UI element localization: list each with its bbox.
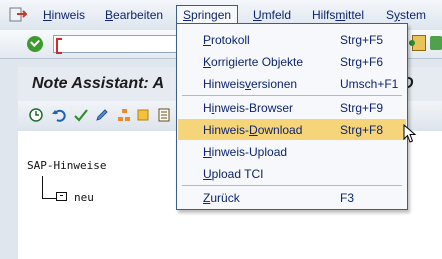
toolbar-tool-icon-2[interactable]	[430, 36, 442, 50]
undo-arrow-icon[interactable]	[52, 108, 66, 122]
edit-pencil-icon[interactable]	[95, 108, 109, 122]
menu-springen[interactable]: Springen	[176, 5, 239, 24]
menu-separator-2	[182, 185, 402, 186]
menu-item-zurueck-shortcut: F3	[340, 191, 355, 205]
menu-item-protokoll-label: Protokoll	[203, 33, 250, 47]
check-icon[interactable]	[74, 108, 88, 122]
ok-check-icon[interactable]	[27, 36, 43, 52]
execute-clock-icon[interactable]	[29, 108, 43, 122]
menu-item-hinweis-download-label: Hinweis-Download	[203, 123, 303, 137]
menu-system-label: System	[386, 8, 427, 22]
menu-item-upload-tci-label: Upload TCI	[203, 167, 264, 181]
menu-system[interactable]: System	[386, 8, 426, 22]
menu-item-hinweis-browser[interactable]: Hinweis-Browser Strg+F9	[178, 97, 406, 118]
tree-connector	[42, 176, 56, 199]
springen-dropdown-menu: Protokoll Strg+F5 Korrigierte Objekte St…	[176, 23, 408, 210]
exit-icon[interactable]	[9, 7, 27, 22]
scroll-note-icon[interactable]	[136, 108, 150, 122]
menu-umfeld-label: Umfeld	[253, 8, 292, 22]
toolbar-tool-icon[interactable]	[409, 35, 426, 51]
menu-hilfsmittel-label: Hilfsmittel	[312, 8, 365, 22]
menu-umfeld[interactable]: Umfeld	[253, 8, 291, 22]
menu-separator	[182, 95, 402, 96]
menu-item-hinweis-browser-label: Hinweis-Browser	[203, 101, 294, 115]
menu-item-protokoll[interactable]: Protokoll Strg+F5	[178, 29, 406, 50]
menu-item-zurueck-label: Zurück	[203, 191, 240, 205]
menu-item-hinweis-download-shortcut: Strg+F8	[340, 123, 384, 137]
menu-item-hinweis-upload[interactable]: Hinweis-Upload	[178, 141, 406, 162]
hierarchy-icon[interactable]	[117, 108, 131, 122]
menu-item-hinweis-browser-shortcut: Strg+F9	[340, 101, 384, 115]
menu-springen-label: Springen	[183, 8, 232, 22]
folder-icon[interactable]	[56, 192, 67, 201]
menu-item-hinweis-upload-label: Hinweis-Upload	[203, 145, 288, 159]
tree-node-neu[interactable]: neu	[74, 191, 94, 204]
menu-item-korrigierte-objekte-shortcut: Strg+F6	[340, 55, 384, 69]
menu-bearbeiten[interactable]: Bearbeiten	[105, 8, 163, 22]
tree-root-sap-hinweise[interactable]: SAP-Hinweise	[27, 159, 106, 172]
menu-item-hinweis-download[interactable]: Hinweis-Download Strg+F8	[178, 119, 406, 140]
menu-item-hinweisversionen[interactable]: Hinweisversionen Umsch+F1	[178, 73, 406, 94]
menu-item-upload-tci[interactable]: Upload TCI	[178, 163, 406, 184]
menu-item-protokoll-shortcut: Strg+F5	[340, 33, 384, 47]
menu-bearbeiten-label: Bearbeiten	[105, 8, 164, 22]
menu-item-hinweisversionen-label: Hinweisversionen	[203, 77, 298, 91]
page-title: Note Assistant: A	[32, 75, 165, 92]
mouse-cursor-icon	[403, 124, 417, 143]
menu-hilfsmittel[interactable]: Hilfsmittel	[312, 8, 364, 22]
menu-item-korrigierte-objekte[interactable]: Korrigierte Objekte Strg+F6	[178, 51, 406, 72]
menu-hinweis[interactable]: Hinweis	[43, 8, 85, 22]
menu-hinweis-label: Hinweis	[43, 8, 86, 22]
document-list-icon[interactable]	[157, 108, 171, 122]
menu-item-korrigierte-objekte-label: Korrigierte Objekte	[203, 55, 304, 69]
menu-item-zurueck[interactable]: Zurück F3	[178, 187, 406, 208]
command-field[interactable]	[53, 35, 183, 54]
menu-item-hinweisversionen-shortcut: Umsch+F1	[340, 77, 399, 91]
